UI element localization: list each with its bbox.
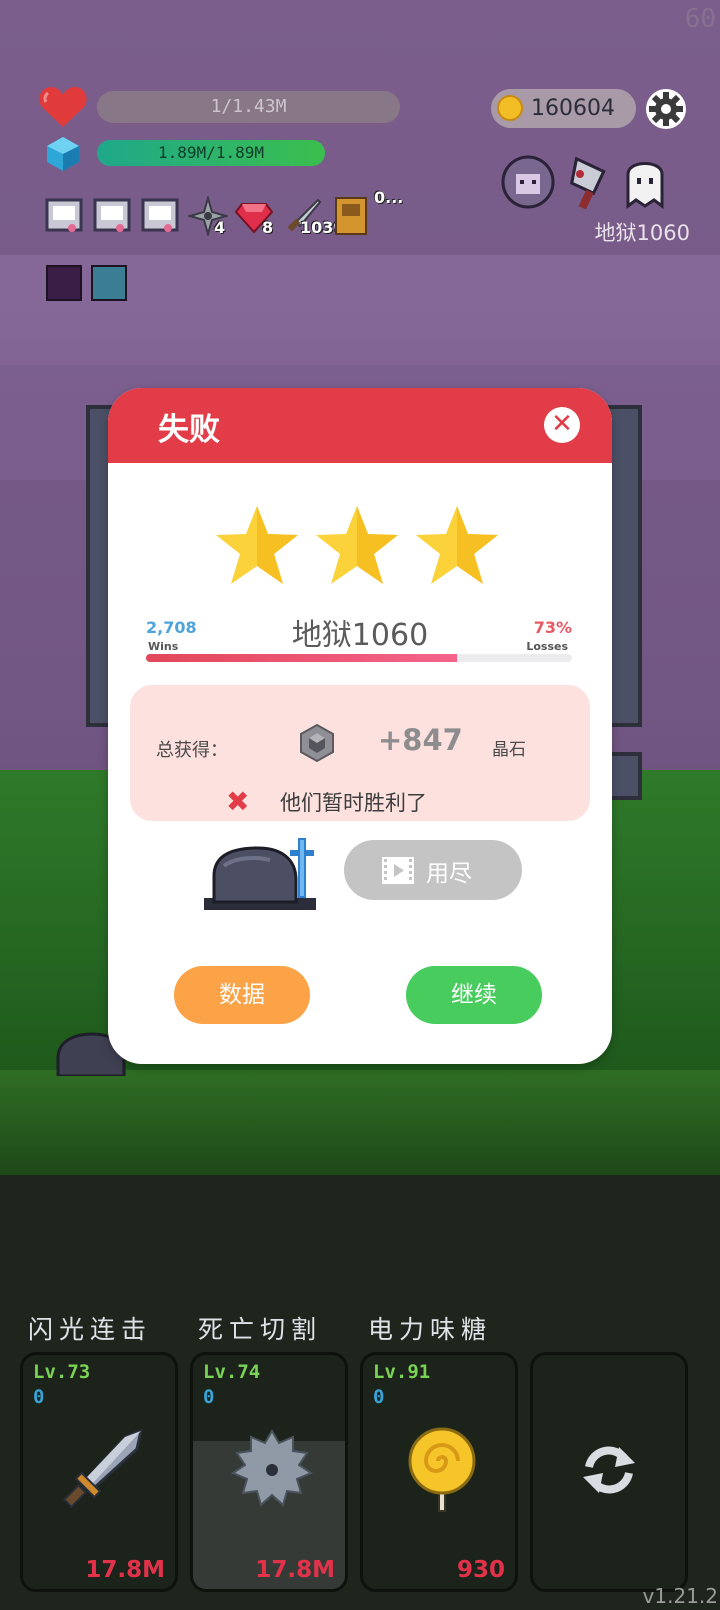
- scroll-item-icon[interactable]: [140, 196, 180, 236]
- wins-value: 2,708: [146, 618, 197, 637]
- skill-cost: 17.8M: [255, 1557, 335, 1583]
- skill-level: Lv.73: [33, 1361, 91, 1383]
- star-icon: [216, 506, 298, 584]
- lollipop-icon: [408, 1427, 476, 1512]
- losses-value: 73%: [533, 618, 572, 637]
- gear-icon[interactable]: [645, 88, 687, 130]
- star-icon: [416, 506, 498, 584]
- coin-counter: 160604: [491, 89, 636, 128]
- rating-stars: [214, 504, 504, 586]
- skill-level: Lv.74: [203, 1361, 261, 1383]
- coin-icon: [497, 95, 523, 121]
- version-label: v1.21.2: [642, 1584, 718, 1608]
- book-count: 0...: [374, 188, 404, 207]
- curse-status-icon: [46, 265, 82, 301]
- stage-title: 地狱1060: [291, 618, 429, 653]
- dialog-title: 失败: [158, 412, 220, 448]
- dialog-header: 失败 ✕: [108, 388, 612, 463]
- skill-name-3: 电力味糖: [368, 1315, 493, 1344]
- reward-label: 总获得：: [156, 740, 228, 761]
- fps-counter: 60: [684, 4, 716, 34]
- reward-amount: +847: [378, 723, 463, 757]
- skill-name-2: 死亡切割: [198, 1315, 323, 1344]
- heart-icon: [39, 87, 87, 127]
- skill-card-2[interactable]: Lv.74 0 17.8M: [190, 1352, 348, 1592]
- fail-message: 他们暂时胜利了: [280, 791, 427, 815]
- win-loss-bar: [146, 654, 572, 662]
- lightbulb-status-icon: [91, 265, 127, 301]
- enemy-stage-label: 地狱1060: [594, 221, 690, 245]
- star-icon: [316, 506, 398, 584]
- mana-bar: 1.89M/1.89M: [97, 140, 325, 166]
- book-icon[interactable]: [332, 196, 372, 236]
- skill-name-1: 闪光连击: [28, 1315, 153, 1344]
- enemy-portraits: [501, 155, 664, 210]
- sword-icon: [62, 1428, 144, 1509]
- crystal-icon: [300, 723, 334, 763]
- defeat-dialog: 失败 ✕ 2,708 Wins 地狱1060 73% Losses 总获得： +…: [108, 388, 612, 1064]
- skill-card-1[interactable]: Lv.73 0 17.8M: [20, 1352, 178, 1592]
- skill-cost: 930: [456, 1557, 505, 1583]
- close-button[interactable]: ✕: [544, 407, 580, 443]
- reward-unit: 晶石: [492, 740, 526, 760]
- skill-cost: 17.8M: [85, 1557, 165, 1583]
- close-icon: ✕: [551, 409, 573, 439]
- ad-button-label: 用尽: [426, 861, 472, 887]
- skill-count: 0: [373, 1386, 385, 1408]
- coin-amount: 160604: [531, 96, 615, 121]
- skill-count: 0: [203, 1386, 215, 1408]
- skill-card-3[interactable]: Lv.91 0 930: [360, 1352, 518, 1592]
- wins-label: Wins: [148, 640, 179, 653]
- losses-label: Losses: [526, 640, 568, 653]
- mana-gem-icon: [47, 137, 79, 171]
- scroll-item-icon[interactable]: [44, 196, 84, 236]
- ruby-count: 8: [262, 218, 274, 237]
- skill-count: 0: [33, 1386, 45, 1408]
- ghost-girl-icon: [501, 155, 555, 209]
- continue-button[interactable]: 继续: [406, 966, 542, 1024]
- watch-ad-button[interactable]: 用尽: [344, 840, 522, 900]
- grass-ground: [0, 1070, 720, 1180]
- ghost-icon: [626, 162, 664, 209]
- win-loss-bar-fill: [146, 654, 457, 662]
- shuriken-count: 4: [214, 218, 226, 237]
- tombstone-icon: [204, 838, 316, 910]
- fail-x-icon: ✖: [226, 785, 250, 818]
- scroll-item-icon[interactable]: [92, 196, 132, 236]
- hp-bar: 1/1.43M: [97, 91, 400, 123]
- saw-blade-icon: [230, 1429, 314, 1507]
- cleaver-icon: [570, 156, 606, 210]
- refresh-skills-button[interactable]: [530, 1352, 688, 1592]
- refresh-icon: [583, 1446, 635, 1494]
- film-icon: [382, 857, 414, 884]
- skill-level: Lv.91: [373, 1361, 431, 1383]
- data-button[interactable]: 数据: [174, 966, 310, 1024]
- reward-panel: 总获得： +847 晶石 ✖ 他们暂时胜利了: [130, 685, 590, 821]
